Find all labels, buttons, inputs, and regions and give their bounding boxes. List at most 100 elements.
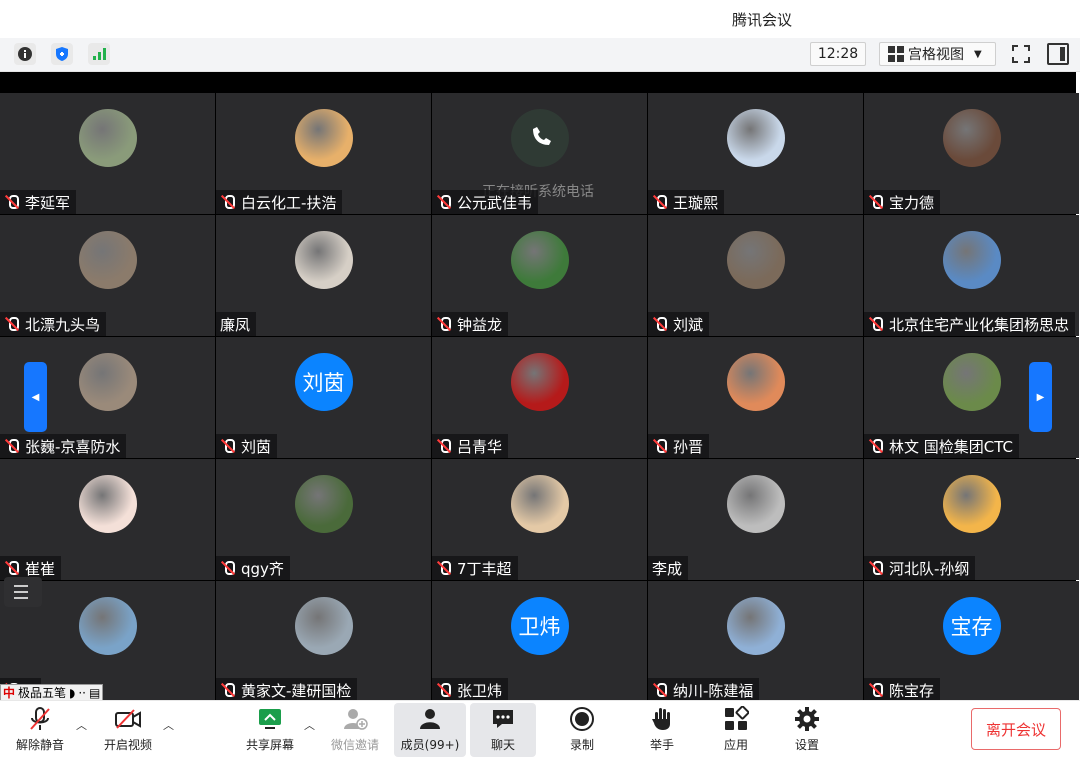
mic-muted-icon [26,705,54,733]
chat-icon [489,705,517,733]
participant-tile[interactable]: 7丁丰超 [432,459,647,580]
avatar [510,353,569,411]
mic-muted-icon [436,682,452,698]
avatar [78,109,137,167]
participant-name-tag: 陈宝存 [864,678,941,702]
record-button[interactable]: 录制 [552,703,612,757]
participant-tile[interactable]: 刘斌 [648,215,863,336]
fullscreen-icon[interactable] [1010,43,1032,65]
participant-name: 宝力德 [889,193,935,212]
signal-icon[interactable] [88,43,110,65]
grid-view-icon [888,46,904,62]
participant-name-tag: 7丁丰超 [432,556,518,580]
participant-name-tag: 孙晋 [648,434,710,458]
participant-tile[interactable]: 宝力德 [864,93,1079,214]
participant-name: 纳川-陈建福 [673,681,754,700]
participant-tile[interactable]: 白云化工-扶浩 [216,93,431,214]
participant-tile[interactable]: 正在接听系统电话公元武佳韦 [432,93,647,214]
avatar [78,353,137,411]
participant-tile[interactable]: 吕青华 [432,337,647,458]
participant-name-tag: 李延军 [0,190,77,214]
participant-name: 李延军 [25,193,71,212]
mic-muted-icon [220,194,236,210]
avatar [726,597,785,655]
participant-tile[interactable]: 李延军 [0,93,215,214]
participant-tile[interactable]: 崔崔 [0,459,215,580]
participant-name: 刘斌 [673,315,704,334]
participant-tile[interactable]: 刘茵 刘茵 [216,337,431,458]
participant-name: 陈宝存 [889,681,935,700]
info-icon[interactable] [14,43,36,65]
avatar [78,597,137,655]
wechat-invite-label: 微信邀请 [330,738,379,752]
chevron-down-icon: ▼ [974,48,982,60]
leave-meeting-button[interactable]: 离开会议 [971,708,1061,750]
chat-button[interactable]: 聊天 [470,703,536,757]
avatar: 宝存 [942,597,1001,655]
participant-name: 张卫炜 [457,681,503,700]
view-mode-label: 宫格视图 [908,47,964,63]
wechat-invite-button[interactable]: 微信邀请 [325,703,385,757]
participant-tile[interactable]: 孙晋 [648,337,863,458]
participant-name: 白云化工-扶浩 [241,193,337,212]
chevron-up-icon[interactable]: ︿ [304,717,316,732]
side-panel-icon[interactable] [1047,43,1069,65]
participant-name: 北漂九头鸟 [25,315,101,334]
participant-name: 廉凤 [220,315,251,334]
participant-name-tag: 公元武佳韦 [432,190,539,214]
participant-tile[interactable]: 宝存陈宝存 [864,581,1079,702]
view-mode-select[interactable]: 宫格视图 ▼ [879,42,996,66]
chevron-up-icon[interactable]: ︿ [163,717,175,732]
mic-muted-icon [652,316,668,332]
mic-muted-icon [652,438,668,454]
settings-button[interactable]: 设置 [777,703,837,757]
participant-name-tag: 黄家文-建研国检 [216,678,358,702]
participant-name: 刘茵 [241,437,272,456]
participant-name: 河北队-孙纲 [889,559,970,578]
raise-hand-label: 举手 [649,738,674,752]
participant-tile[interactable]: 纳川-陈建福 [648,581,863,702]
ime-logo-icon: 中 [3,686,16,700]
participant-tile[interactable]: 钟益龙 [432,215,647,336]
unmute-button[interactable]: 解除静音 [10,703,70,757]
participant-tile[interactable]: qgy齐 [216,459,431,580]
participant-name-tag: 钟益龙 [432,312,509,336]
apps-button[interactable]: 应用 [706,703,766,757]
participant-tile[interactable]: 河北队-孙纲 [864,459,1079,580]
mic-muted-icon [220,682,236,698]
participant-name: 崔崔 [25,559,56,578]
participant-tile[interactable]: 卫炜 张卫炜 [432,581,647,702]
participant-tile[interactable]: 北京住宅产业化集团杨思忠 [864,215,1079,336]
participant-grid: 李延军白云化工-扶浩正在接听系统电话公元武佳韦王璇熙宝力德北漂九头鸟廉凤钟益龙刘… [0,93,1079,702]
raise-hand-button[interactable]: 举手 [632,703,692,757]
participant-name: qgy齐 [241,559,284,578]
next-page-button[interactable]: ▶ [1029,362,1052,432]
participant-tile[interactable]: 廉凤 [216,215,431,336]
moon-icon: ◗ [69,685,76,700]
avatar [942,353,1001,411]
participant-name-tag: 李成 [648,556,689,580]
mic-muted-icon [436,316,452,332]
camera-off-icon [114,705,142,733]
participant-tile[interactable]: 黄家文-建研国检 [216,581,431,702]
chevron-up-icon[interactable]: ︿ [76,717,88,732]
participant-tile[interactable]: 王璇熙 [648,93,863,214]
members-button[interactable]: 成员(99+) [394,703,466,757]
participant-name: 钟益龙 [457,315,503,334]
mic-muted-icon [4,438,20,454]
participant-tile[interactable]: 北漂九头鸟 [0,215,215,336]
share-screen-button[interactable]: 共享屏幕 [240,703,300,757]
phone-icon [510,109,569,167]
participant-name: 吕青华 [457,437,503,456]
avatar [78,475,137,533]
shield-icon[interactable] [51,43,73,65]
prev-page-button[interactable]: ◀ [24,362,47,432]
start-video-button[interactable]: 开启视频 [98,703,158,757]
mic-muted-icon [868,682,884,698]
ime-status-bar[interactable]: 中 极品五笔 ◗ ·· ▤ [0,684,104,701]
avatar [726,109,785,167]
mic-muted-icon [220,438,236,454]
mic-muted-icon [4,194,20,210]
list-view-button[interactable] [4,577,42,607]
participant-tile[interactable]: 李成 [648,459,863,580]
